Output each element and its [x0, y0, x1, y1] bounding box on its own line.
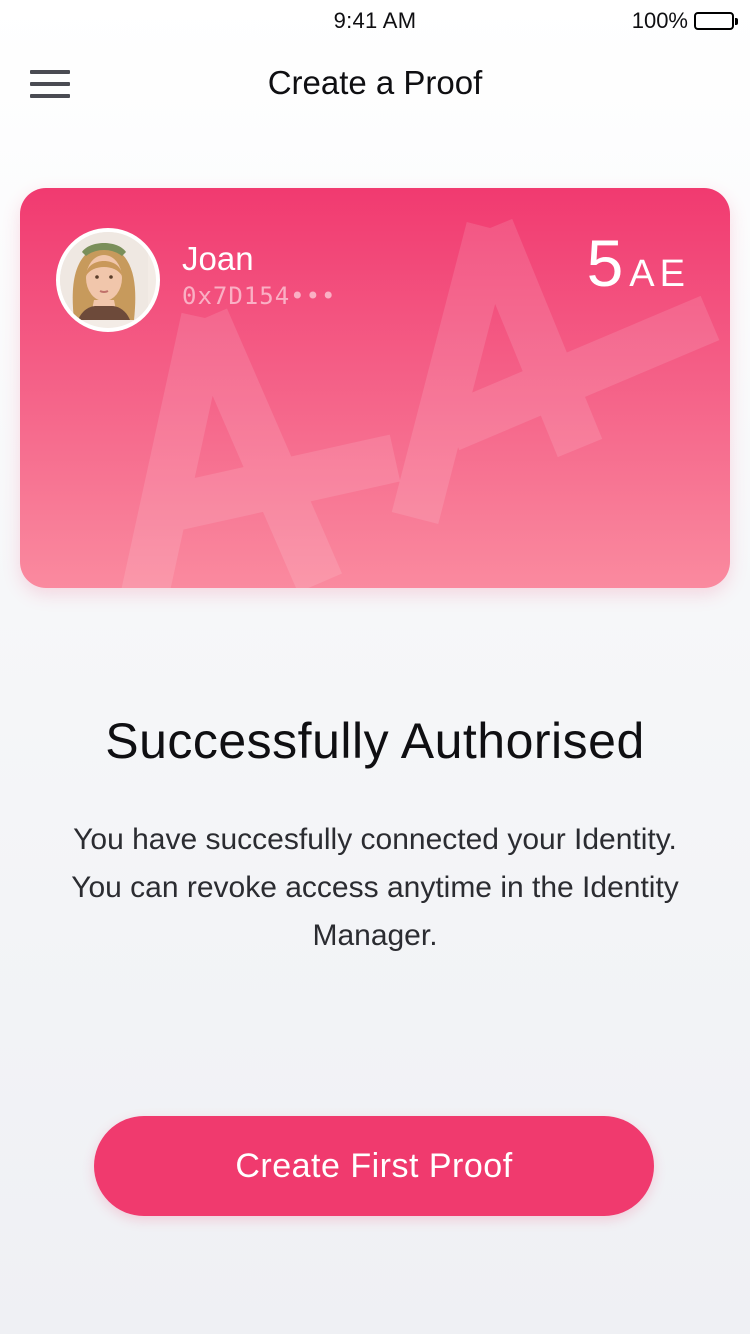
token-balance: 5 AE	[587, 230, 690, 296]
success-message: You have succesfully connected your Iden…	[71, 823, 679, 952]
battery-icon	[694, 12, 738, 30]
nav-bar: Create a Proof	[0, 44, 750, 124]
balance-value: 5	[586, 226, 624, 300]
user-portrait-icon	[60, 232, 148, 320]
page-title: Create a Proof	[267, 64, 483, 101]
success-title: Successfully Authorised	[105, 713, 645, 769]
battery-percent: 100%	[631, 8, 688, 33]
identity-name: Joan	[182, 240, 254, 277]
status-bar: 9:41 AM 100%	[0, 0, 750, 44]
identity-card[interactable]: Joan 0x7D154••• 5 AE	[20, 188, 730, 588]
identity-address: 0x7D154•••	[182, 282, 337, 310]
balance-unit: AE	[629, 253, 690, 295]
create-first-proof-button[interactable]: Create First Proof	[94, 1116, 654, 1216]
battery-status: 100%	[632, 8, 738, 34]
avatar	[56, 228, 160, 332]
